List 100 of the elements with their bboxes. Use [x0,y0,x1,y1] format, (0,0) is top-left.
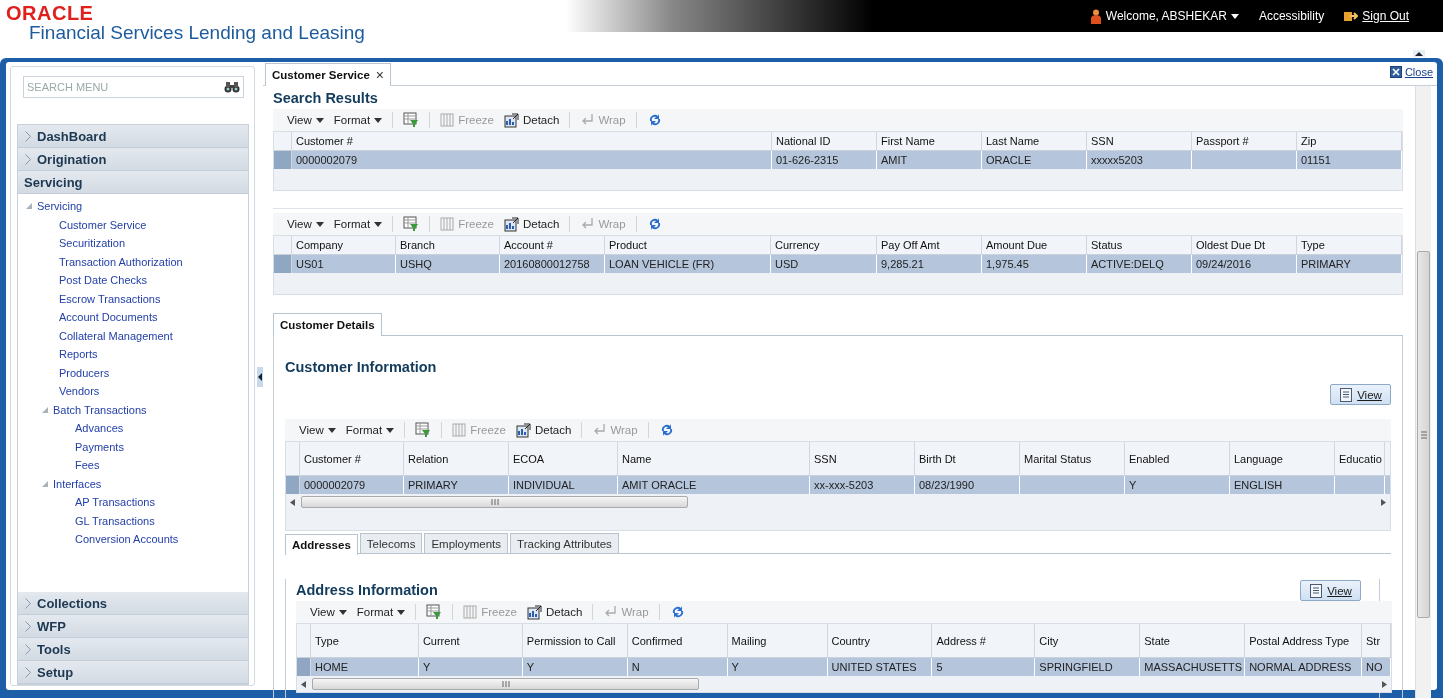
menu-link[interactable]: Securitization [59,237,126,250]
column-header[interactable]: Current [418,624,523,657]
view-button[interactable]: View [1330,384,1391,405]
menu-link[interactable]: Advances [75,422,124,435]
column-header[interactable]: Country [827,624,933,657]
menu-button[interactable]: Format [328,214,388,234]
scroll-right-icon[interactable] [1381,498,1386,506]
scroll-left-icon[interactable] [290,498,295,506]
column-header[interactable]: Educatio [1335,442,1385,475]
column-header[interactable]: Permission to Call [522,624,628,657]
tab[interactable]: Employments [424,533,509,553]
menu-link[interactable]: Collateral Management [59,329,173,342]
menu-button[interactable]: View [282,214,329,234]
expand-triangle-icon[interactable] [41,479,49,488]
column-header[interactable]: Zip [1297,132,1402,150]
column-header[interactable]: Birth Dt [915,442,1020,475]
menu-button[interactable]: View [282,110,329,130]
column-header[interactable]: Company [292,236,396,254]
accordion-header[interactable]: Collections [18,592,248,615]
column-header[interactable]: Product [605,236,771,254]
menu-button[interactable]: Format [328,110,388,130]
table-row[interactable]: HOME Y Y N Y UNITED STATES 5 SPRINGFIELD MASSACHUSETTS NORMAL ADDRESS NO [297,658,1391,676]
menu-button[interactable]: View [294,420,341,440]
column-header[interactable]: Postal Address Type [1245,624,1363,657]
menu-link[interactable]: Customer Service [59,218,147,231]
menu-link[interactable]: Escrow Transactions [59,292,161,305]
menu-link[interactable]: Conversion Accounts [75,533,179,546]
column-header[interactable]: Type [1297,236,1402,254]
scroll-right-icon[interactable] [1382,680,1387,688]
column-header[interactable]: Currency [771,236,877,254]
collapse-icon[interactable] [1413,50,1425,57]
column-header[interactable]: Status [1087,236,1192,254]
accessibility-link[interactable]: Accessibility [1258,9,1325,23]
menu-link[interactable]: Payments [75,440,124,453]
column-header[interactable]: Marital Status [1020,442,1125,475]
accordion-header[interactable]: WFP [18,615,248,638]
menu-button[interactable]: Format [340,420,400,440]
accordion-header[interactable]: Origination [18,148,248,171]
column-header[interactable]: Name [618,442,810,475]
column-header[interactable]: Enabled [1125,442,1230,475]
menu-button[interactable]: Format [351,602,411,622]
column-header[interactable]: Confirmed [627,624,728,657]
close-link[interactable]: Close [1389,66,1433,78]
menu-link[interactable]: Reports [59,348,98,361]
column-header[interactable]: Language [1230,442,1335,475]
menu-link[interactable]: Post Date Checks [59,274,148,287]
column-header[interactable]: Mailing [727,624,828,657]
column-header[interactable]: SSN [810,442,915,475]
column-header[interactable]: Customer # [292,132,772,150]
detach-button[interactable]: Detach [510,420,577,440]
table-row[interactable]: US01 USHQ 20160800012758 LOAN VEHICLE (FR) USD 9,285.21 1,975.45 ACTIVE:DELQ 09/24/2016 PRIMARY [274,255,1402,273]
menu-link[interactable]: Vendors [59,385,100,398]
menu-link[interactable]: Account Documents [59,311,158,324]
menu-link[interactable]: AP Transactions [75,496,155,509]
column-header[interactable]: First Name [877,132,982,150]
column-header[interactable]: Relation [404,442,509,475]
column-header[interactable]: Passport # [1192,132,1297,150]
menu-link[interactable]: Servicing [37,200,83,213]
column-header[interactable]: Last Name [982,132,1087,150]
column-header[interactable]: SSN [1087,132,1192,150]
accordion-header[interactable]: Servicing [18,171,248,194]
tab[interactable]: Customer Service × [265,63,391,86]
menu-button[interactable]: View [305,602,352,622]
expand-triangle-icon[interactable] [25,202,33,211]
collapse-handle[interactable] [257,367,263,387]
sign-out-link[interactable]: Sign Out [1362,9,1409,23]
menu-link[interactable]: Fees [75,459,100,472]
column-header[interactable]: Branch [396,236,500,254]
column-header[interactable]: Str [1362,624,1391,657]
close-tab-button[interactable]: × [375,67,384,83]
detach-button[interactable]: Detach [521,602,588,622]
detach-button[interactable]: Detach [498,214,565,234]
detach-button[interactable]: Detach [498,110,565,130]
tab[interactable]: Telecoms [359,533,423,553]
accordion-header[interactable]: Setup [18,661,248,684]
column-header[interactable]: State [1140,624,1246,657]
tab[interactable]: Tracking Attributes [510,533,619,553]
column-header[interactable]: Address # [932,624,1036,657]
search-field[interactable]: SEARCH MENU [23,76,244,98]
menu-link[interactable]: Batch Transactions [53,403,147,416]
menu-link[interactable]: Interfaces [53,477,102,490]
accordion-header[interactable]: DashBoard [18,125,248,148]
menu-link[interactable]: Producers [59,366,110,379]
vertical-scrollbar[interactable] [1415,86,1431,698]
menu-link[interactable]: GL Transactions [75,514,155,527]
tab[interactable]: Addresses [285,534,358,555]
column-header[interactable]: Amount Due [982,236,1087,254]
tab[interactable]: Customer Details [273,313,382,336]
expand-triangle-icon[interactable] [41,405,49,414]
scroll-left-icon[interactable] [301,680,306,688]
column-header[interactable]: Type [311,624,419,657]
user-menu[interactable]: Welcome, ABSHEKAR [1105,9,1227,23]
column-header[interactable]: City [1035,624,1141,657]
accordion-header[interactable]: Tools [18,638,248,661]
column-header[interactable]: Oldest Due Dt [1192,236,1297,254]
column-header[interactable]: Customer # [300,442,404,475]
column-header[interactable]: National ID [772,132,877,150]
column-header[interactable]: Account # [500,236,605,254]
column-header[interactable]: Pay Off Amt [877,236,982,254]
view-button[interactable]: View [1300,580,1361,601]
